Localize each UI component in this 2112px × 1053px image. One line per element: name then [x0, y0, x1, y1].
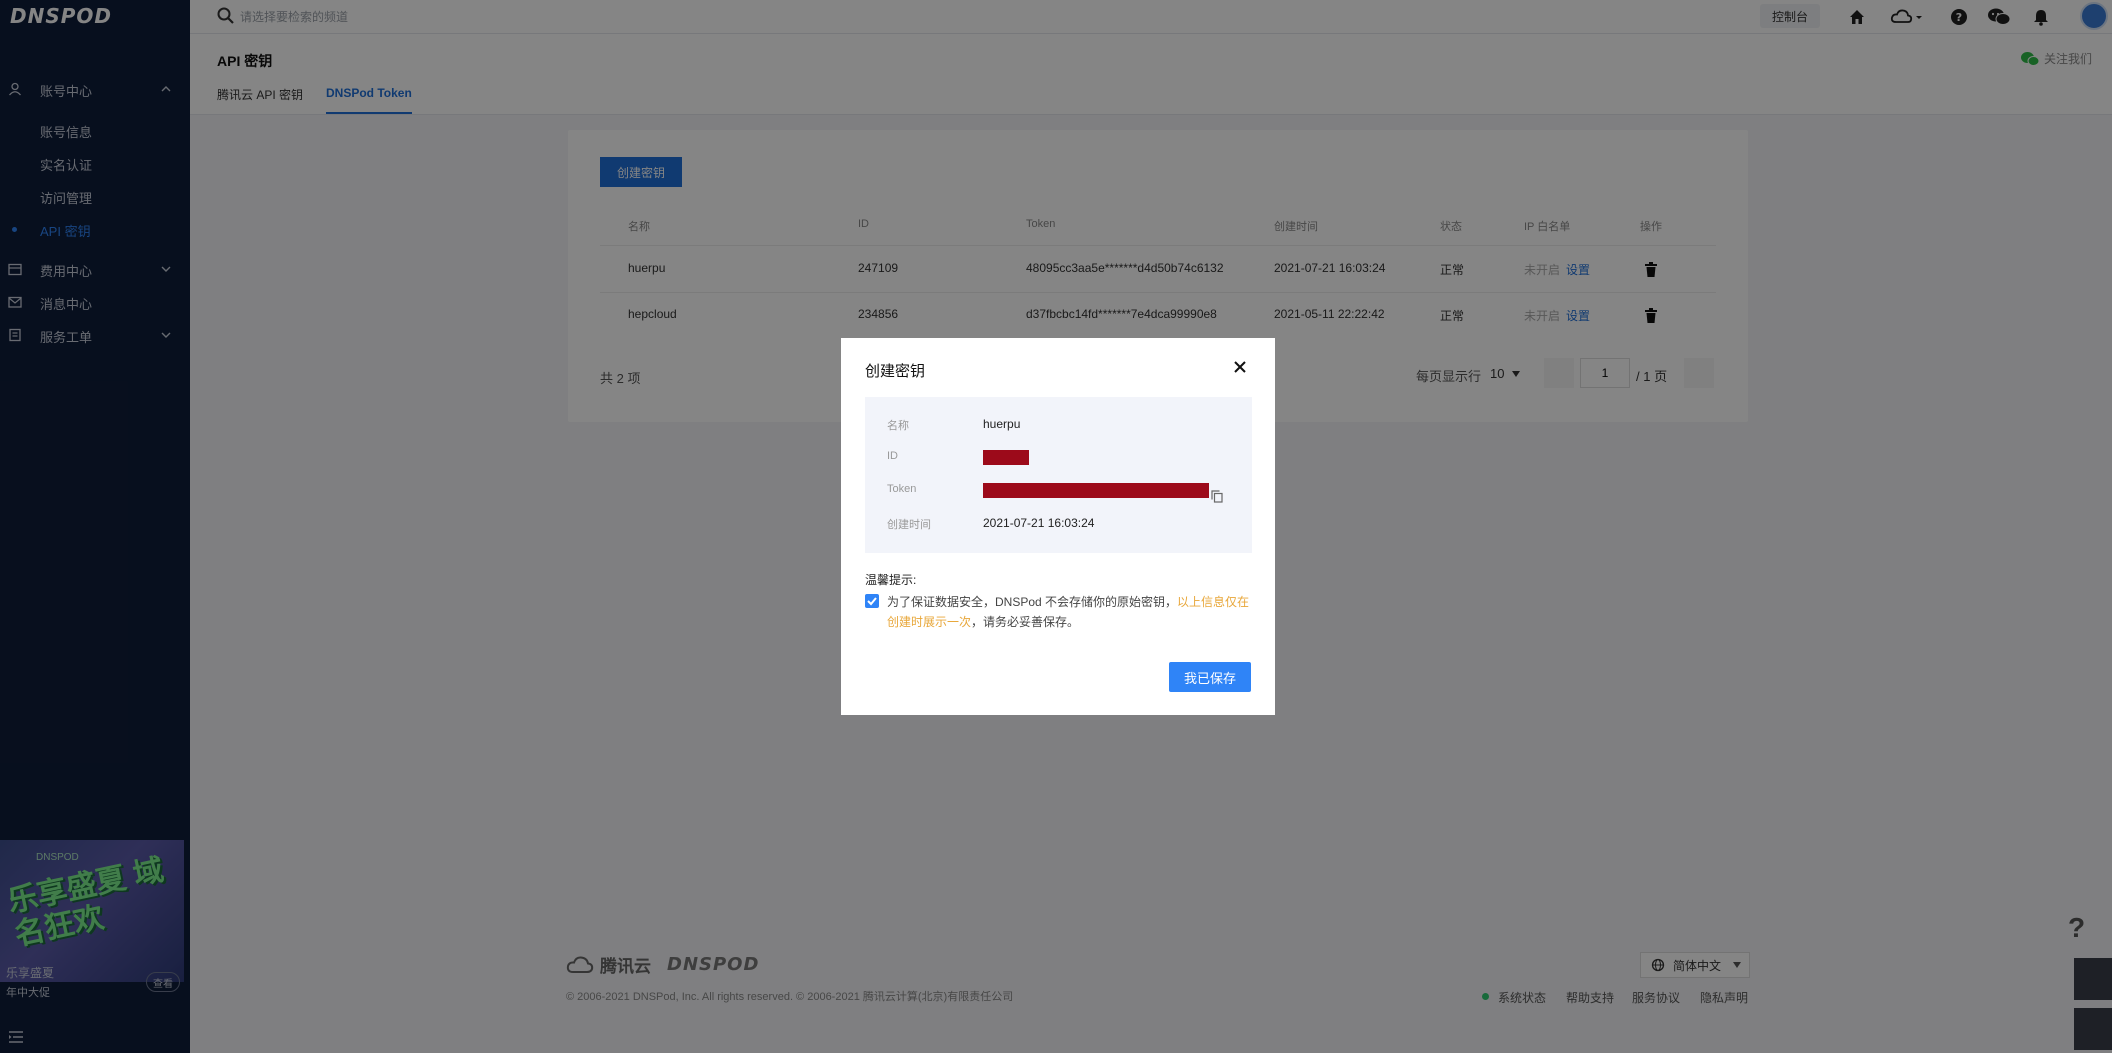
- tip-text-main: 为了保证数据安全，DNSPod 不会存储你的原始密钥，: [887, 595, 1178, 609]
- created-label: 创建时间: [887, 519, 931, 531]
- close-icon[interactable]: [1231, 358, 1249, 376]
- created-value: 2021-07-21 16:03:24: [983, 516, 1095, 530]
- key-info-box: 名称 huerpu ID Token 创建时间 2021-07-21 16:03…: [865, 397, 1252, 553]
- id-label: ID: [887, 450, 898, 462]
- check-icon: [867, 597, 877, 606]
- redacted-id: [983, 450, 1029, 465]
- acknowledge-checkbox[interactable]: [865, 594, 879, 608]
- tip-text-tail: ，请务必妥善保存。: [971, 615, 1080, 629]
- copy-icon[interactable]: [1211, 490, 1223, 503]
- tip-title: 温馨提示:: [865, 573, 917, 587]
- redacted-token: [983, 483, 1209, 498]
- modal-title: 创建密钥: [865, 363, 926, 380]
- confirm-saved-button[interactable]: 我已保存: [1169, 662, 1251, 692]
- token-label: Token: [887, 483, 917, 495]
- name-label: 名称: [887, 420, 909, 432]
- name-value: huerpu: [983, 417, 1021, 431]
- tip-text: 为了保证数据安全，DNSPod 不会存储你的原始密钥，以上信息仅在创建时展示一次…: [887, 592, 1255, 632]
- create-key-modal: 创建密钥 名称 huerpu ID Token 创建时间 2021-07-21 …: [841, 338, 1275, 715]
